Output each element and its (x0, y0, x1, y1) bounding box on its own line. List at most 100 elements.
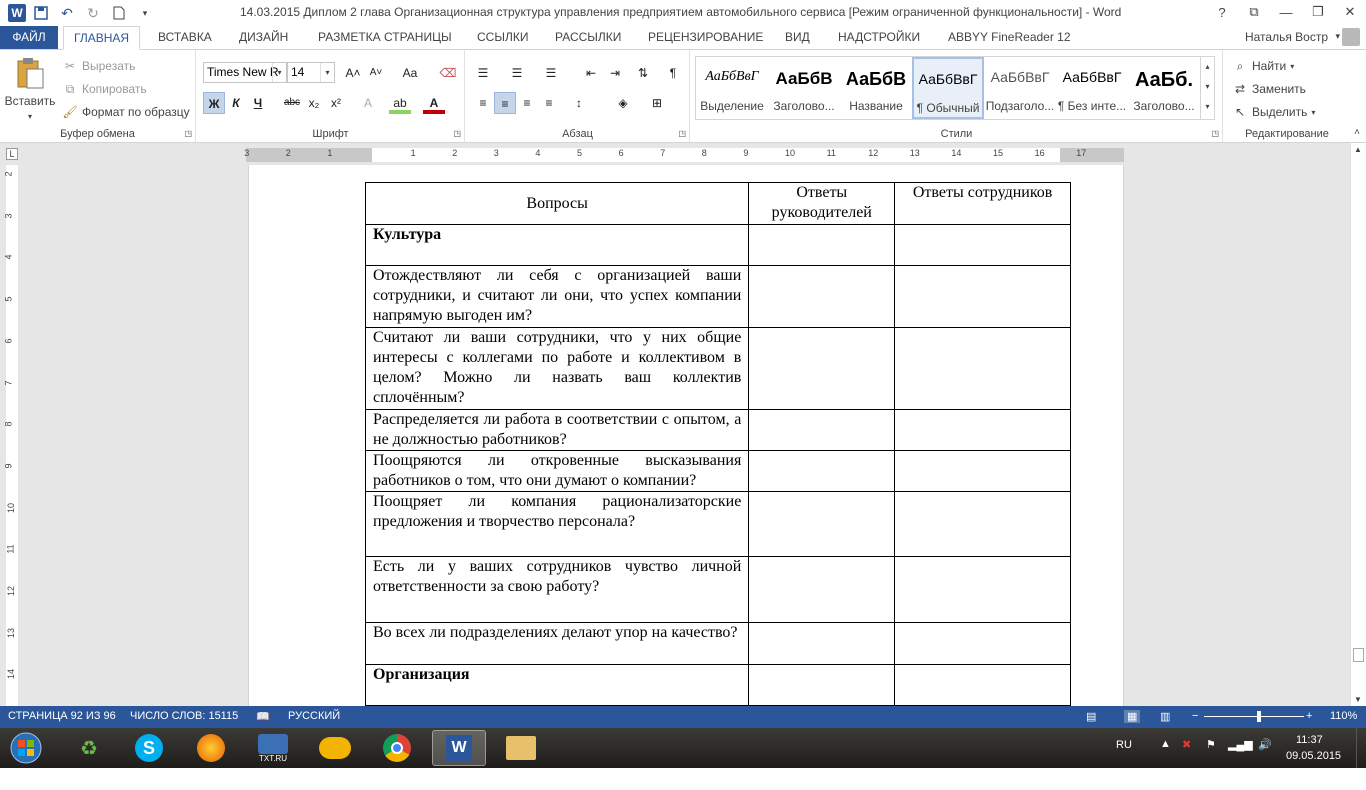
question-cell[interactable]: Считают ли ваши сотрудники, что у них об… (364, 327, 750, 410)
word-app-icon[interactable]: W (8, 4, 26, 22)
subscript-button[interactable]: x₂ (303, 92, 325, 114)
style-no-spacing[interactable]: АаБбВвГ ¶ Без инте... (1056, 57, 1128, 119)
clear-formatting-icon[interactable]: ⌫ (437, 62, 459, 84)
tab-selector-icon[interactable]: L (6, 148, 18, 160)
language[interactable]: РУССКИЙ (288, 710, 340, 722)
styles-scroll-icon[interactable]: ▴ ▾ ▾ (1200, 57, 1214, 119)
shading-icon[interactable]: ◈ (612, 92, 634, 114)
table-cell[interactable] (748, 491, 896, 557)
table-cell[interactable] (894, 556, 1071, 623)
new-document-icon[interactable] (108, 2, 130, 24)
style-emphasis[interactable]: АаБбВвГ Выделение (696, 57, 768, 119)
cut-button[interactable]: ✂ Вырезать (62, 58, 135, 74)
numbering-icon[interactable]: ☰ (506, 62, 528, 84)
superscript-button[interactable]: x² (325, 92, 347, 114)
table-cell[interactable] (894, 664, 1071, 706)
underline-button[interactable]: Ч (247, 92, 269, 114)
flag-icon[interactable]: ⚑ (1206, 738, 1216, 778)
format-painter-button[interactable]: 🖌 Формат по образцу (62, 104, 189, 120)
document-page[interactable]: Вопросы Ответы руководителей Ответы сотр… (248, 165, 1124, 706)
tab-addins[interactable]: НАДСТРОЙКИ (828, 26, 930, 50)
tab-mailings[interactable]: РАССЫЛКИ (545, 26, 631, 50)
table-cell[interactable] (748, 265, 896, 328)
read-mode-icon[interactable]: ▤ (1086, 710, 1096, 723)
scroll-thumb[interactable] (1353, 648, 1364, 662)
font-launcher-icon[interactable]: ◳ (453, 129, 461, 138)
multilevel-list-icon[interactable]: ☰ (540, 62, 562, 84)
txt-ru-icon[interactable]: TXT.RU (246, 730, 300, 766)
clock-date[interactable]: 09.05.2015 (1286, 750, 1341, 790)
table-cell[interactable] (894, 265, 1071, 328)
find-button[interactable]: ⌕ Найти ▾ (1232, 58, 1295, 74)
redo-icon[interactable]: ↻ (82, 2, 104, 24)
proofing-icon[interactable]: 📖 (256, 710, 270, 723)
table-cell[interactable] (894, 450, 1071, 492)
sort-icon[interactable]: ⇅ (632, 62, 654, 84)
section-culture[interactable]: Культура (364, 224, 750, 266)
grow-font-button[interactable]: A˄ (342, 62, 364, 84)
show-hidden-icons-icon[interactable]: ▲ (1160, 738, 1171, 778)
borders-icon[interactable]: ⊞ (646, 92, 668, 114)
change-case-button[interactable]: Aa (395, 62, 425, 84)
scroll-down-icon[interactable]: ▼ (1354, 695, 1362, 704)
text-effects-icon[interactable]: A (357, 92, 379, 114)
ribbon-display-options-button[interactable]: ⧉ (1238, 0, 1270, 24)
style-subtitle[interactable]: АаБбВвГ Подзаголо... (984, 57, 1056, 119)
highlight-icon[interactable]: ab (389, 92, 411, 114)
line-spacing-icon[interactable]: ↕ (568, 92, 590, 114)
user-name[interactable]: Наталья Востр (1245, 30, 1328, 44)
decrease-indent-icon[interactable]: ⇤ (580, 62, 602, 84)
maximize-button[interactable]: ❐ (1302, 0, 1334, 24)
bullets-icon[interactable]: ☰ (472, 62, 494, 84)
table-cell[interactable] (748, 409, 896, 451)
ruler-scale[interactable]: 3 2 1 1 2 3 4 5 6 7 8 9 10 11 12 13 14 15 16 17 (244, 148, 1124, 162)
font-color-icon[interactable]: A (423, 92, 445, 114)
firefox-icon[interactable] (184, 730, 238, 766)
italic-button[interactable]: К (225, 92, 247, 114)
show-desktop-button[interactable] (1356, 728, 1366, 768)
cloud-app-icon[interactable] (308, 730, 362, 766)
avatar[interactable] (1342, 28, 1360, 46)
tab-abbyy[interactable]: ABBYY FineReader 12 (938, 26, 1081, 50)
align-left-icon[interactable]: ≡ (472, 92, 494, 114)
web-layout-icon[interactable]: ▥ (1160, 710, 1170, 723)
page-count[interactable]: СТРАНИЦА 92 ИЗ 96 (8, 710, 116, 722)
questionnaire-table[interactable]: Вопросы Ответы руководителей Ответы сотр… (364, 182, 1071, 706)
signal-icon[interactable]: ▂▄▆ (1228, 738, 1253, 778)
header-employees[interactable]: Ответы сотрудников (894, 182, 1071, 225)
file-explorer-icon[interactable] (494, 730, 548, 766)
replace-button[interactable]: ⇄ Заменить (1232, 81, 1306, 97)
table-cell[interactable] (894, 409, 1071, 451)
styles-launcher-icon[interactable]: ◳ (1211, 129, 1219, 138)
zoom-in-icon[interactable]: + (1306, 710, 1312, 722)
strikethrough-button[interactable]: abc (281, 92, 303, 114)
question-cell[interactable]: Распределяется ли работа в соответствии … (364, 409, 750, 451)
customize-qat-icon[interactable]: ▾ (134, 2, 156, 24)
undo-icon[interactable]: ↶ (56, 2, 78, 24)
volume-icon[interactable]: 🔊 (1258, 738, 1272, 778)
increase-indent-icon[interactable]: ⇥ (604, 62, 626, 84)
paragraph-launcher-icon[interactable]: ◳ (678, 129, 686, 138)
question-cell[interactable]: Поощряются ли откровенные высказывания р… (364, 450, 750, 492)
collapse-ribbon-icon[interactable]: ˄ (1354, 127, 1360, 138)
tab-layout[interactable]: РАЗМЕТКА СТРАНИЦЫ (308, 26, 462, 50)
show-marks-icon[interactable]: ¶ (662, 62, 684, 84)
font-family-dropdown-icon[interactable]: ▾ (272, 63, 286, 82)
tab-home[interactable]: ГЛАВНАЯ (63, 26, 141, 50)
close-button[interactable]: ✕ (1334, 0, 1366, 24)
font-size-combo[interactable]: 14 ▾ (287, 62, 335, 83)
print-layout-icon[interactable]: ▦ (1124, 710, 1141, 723)
style-heading1[interactable]: АаБбВ Заголово... (768, 57, 840, 119)
tab-insert[interactable]: ВСТАВКА (148, 26, 222, 50)
font-family-combo[interactable]: Times New R ▾ (203, 62, 287, 83)
header-questions[interactable]: Вопросы (364, 182, 750, 225)
tab-review[interactable]: РЕЦЕНЗИРОВАНИЕ (638, 26, 773, 50)
style-heading2[interactable]: АаБб. Заголово... (1128, 57, 1200, 119)
zoom-slider[interactable] (1204, 711, 1304, 722)
table-cell[interactable] (748, 556, 896, 623)
save-icon[interactable] (30, 2, 52, 24)
vertical-scrollbar[interactable]: ▲ ▼ (1350, 143, 1366, 706)
bold-button[interactable]: Ж (203, 92, 225, 114)
zoom-out-icon[interactable]: − (1192, 710, 1198, 722)
table-cell[interactable] (748, 224, 896, 266)
